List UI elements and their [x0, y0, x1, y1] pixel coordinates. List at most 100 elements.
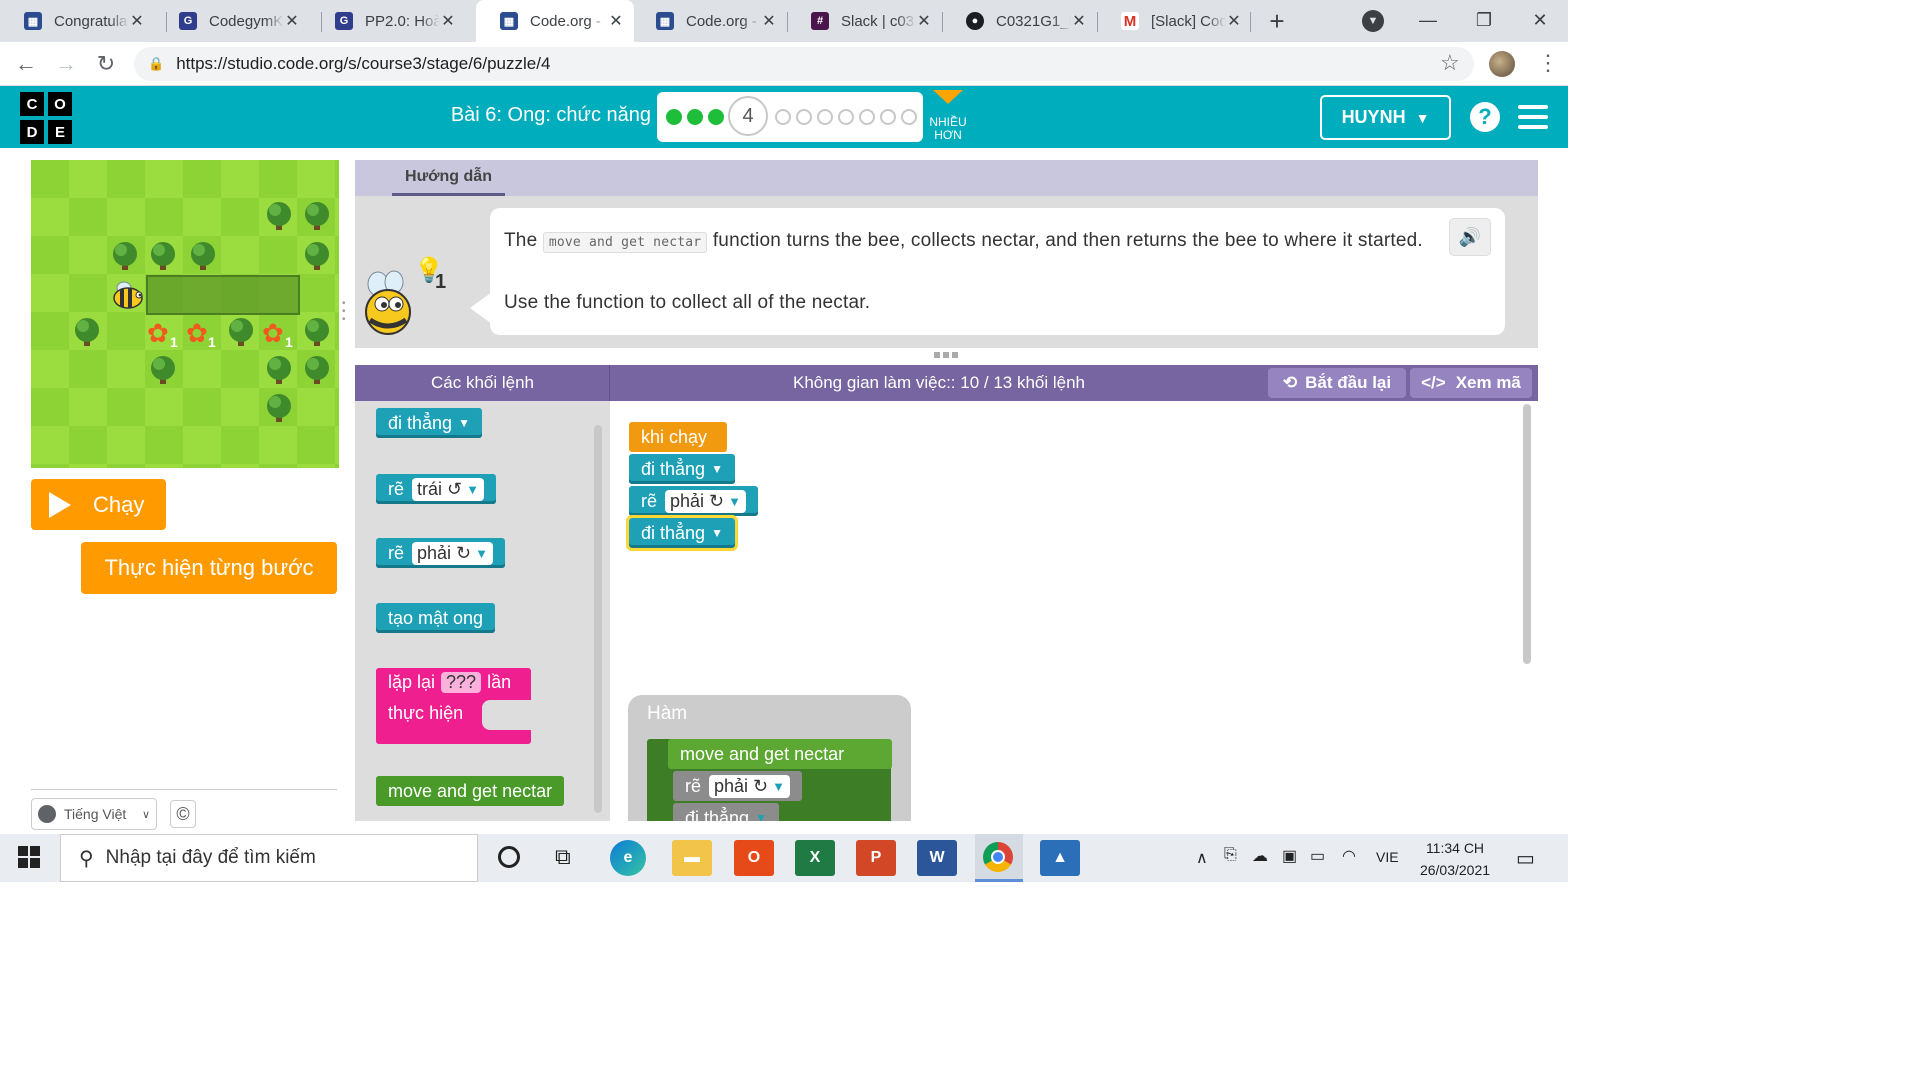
browser-tab-active[interactable]: ▦ Code.org - ✕ — [476, 0, 634, 42]
function-definition-panel[interactable]: Hàm move and get nectar rẽ phải ↻ ▼ đi th… — [628, 695, 911, 821]
turn-direction-dropdown[interactable]: phải ↻ ▼ — [412, 541, 494, 565]
close-icon[interactable]: ✕ — [129, 11, 145, 31]
close-icon[interactable]: ✕ — [608, 11, 624, 31]
new-tab-button[interactable]: + — [1262, 6, 1292, 36]
toolbox-block-make-honey[interactable]: tạo mật ong — [376, 603, 496, 633]
reset-button[interactable]: ⟲ Bắt đầu lại — [1268, 368, 1406, 398]
office-icon[interactable]: O — [734, 840, 774, 876]
toolbox-block-function-call[interactable]: move and get nectar — [376, 776, 565, 806]
tab-instructions[interactable]: Hướng dẫn — [392, 160, 505, 196]
more-arrow-icon[interactable] — [933, 90, 963, 104]
step-button[interactable]: Thực hiện từng bước — [81, 542, 337, 594]
photos-icon[interactable]: ▲ — [1040, 840, 1080, 876]
battery-icon[interactable]: ▭ — [1310, 846, 1325, 866]
browser-menu-icon[interactable]: ⋮ — [1537, 50, 1559, 76]
program-block-turn-right[interactable]: rẽ phải ↻ ▼ — [629, 486, 759, 516]
edge-icon[interactable]: e — [610, 840, 646, 876]
tray-chevron-up-icon[interactable]: ∧ — [1196, 848, 1208, 868]
copyright-button[interactable]: © — [170, 800, 196, 828]
progress-dot-complete[interactable] — [666, 109, 682, 125]
current-puzzle-indicator[interactable]: 4 — [728, 96, 768, 136]
windows-start-icon[interactable] — [18, 846, 40, 868]
codeorg-logo[interactable]: C O D E — [20, 92, 72, 144]
powerpoint-icon[interactable]: P — [856, 840, 896, 876]
browser-tab[interactable]: ● C0321G1_H ✕ — [942, 0, 1097, 42]
codeorg-favicon-icon: ▦ — [656, 12, 674, 30]
progress-dot-todo[interactable] — [817, 109, 833, 125]
resize-handle-icon[interactable] — [934, 352, 958, 358]
function-block-forward[interactable]: đi thẳng ▼ — [673, 803, 779, 821]
turn-direction-dropdown[interactable]: phải ↻ ▼ — [709, 774, 791, 798]
lesson-title[interactable]: Bài 6: Ong: chức năng — [400, 104, 651, 127]
workspace-scrollbar[interactable] — [1523, 404, 1531, 664]
restore-icon[interactable]: ❐ — [1456, 0, 1512, 40]
close-icon[interactable]: ✕ — [1071, 11, 1087, 31]
word-icon[interactable]: W — [917, 840, 957, 876]
tray-meet-icon[interactable]: ⎘ — [1224, 846, 1237, 864]
progress-dot-complete[interactable] — [708, 109, 724, 125]
clock[interactable]: 11:34 CH 26/03/2021 — [1410, 837, 1500, 881]
browser-tab[interactable]: # Slack | c032 ✕ — [787, 0, 942, 42]
toolbox-block-turn-right[interactable]: rẽ phải ↻ ▼ — [376, 538, 506, 568]
close-icon[interactable]: ✕ — [440, 11, 456, 31]
progress-dot-todo[interactable] — [880, 109, 896, 125]
close-icon[interactable]: ✕ — [284, 11, 300, 31]
turn-direction-dropdown[interactable]: trái ↺ ▼ — [412, 477, 484, 501]
progress-dot-todo[interactable] — [838, 109, 854, 125]
browser-tab[interactable]: G CodegymKe ✕ — [155, 0, 310, 42]
profile-avatar[interactable] — [1489, 51, 1515, 77]
program-block-forward[interactable]: đi thẳng ▼ — [629, 454, 735, 484]
function-block-turn-right[interactable]: rẽ phải ↻ ▼ — [673, 771, 803, 801]
close-icon[interactable]: ✕ — [1226, 11, 1242, 31]
browser-tab[interactable]: ▦ Code.org - ✕ — [632, 0, 787, 42]
forward-icon[interactable]: → — [52, 50, 80, 78]
hamburger-menu-icon[interactable] — [1518, 105, 1548, 129]
toolbox-scrollbar[interactable] — [594, 425, 602, 813]
flower-icon: ✿ — [186, 318, 208, 348]
reload-icon[interactable]: ↻ — [92, 50, 120, 78]
cortana-icon[interactable] — [498, 846, 520, 868]
browser-tab[interactable]: G PP2.0: Hoàn ✕ — [311, 0, 466, 42]
task-view-icon[interactable]: ⧉ — [555, 844, 571, 870]
minimize-icon[interactable]: — — [1400, 0, 1456, 40]
tab-search-icon[interactable]: ▼ — [1362, 10, 1384, 32]
progress-dot-todo[interactable] — [775, 109, 791, 125]
function-header-block[interactable]: move and get nectar — [668, 739, 892, 769]
show-code-button[interactable]: </> Xem mã — [1410, 368, 1532, 398]
toolbox-block-forward[interactable]: đi thẳng ▼ — [376, 408, 482, 438]
file-explorer-icon[interactable]: ▬ — [672, 840, 712, 876]
progress-dot-complete[interactable] — [687, 109, 703, 125]
resize-grip-icon[interactable]: • • • — [342, 299, 350, 326]
bookmark-star-icon[interactable]: ☆ — [1440, 50, 1460, 76]
back-icon[interactable]: ← — [12, 50, 40, 78]
notifications-icon[interactable]: ▭ — [1516, 846, 1535, 871]
program-block-forward-selected[interactable]: đi thẳng ▼ — [626, 515, 738, 551]
excel-icon[interactable]: X — [795, 840, 835, 876]
chrome-icon[interactable] — [983, 842, 1013, 872]
wifi-icon[interactable]: ◠ — [1342, 846, 1356, 866]
close-icon[interactable]: ✕ — [761, 11, 777, 31]
browser-tab[interactable]: ▦ Congratulat ✕ — [0, 0, 155, 42]
progress-dot-todo[interactable] — [859, 109, 875, 125]
address-bar[interactable]: 🔒 https://studio.code.org/s/course3/stag… — [134, 47, 1474, 81]
help-icon[interactable]: ? — [1470, 102, 1500, 132]
browser-tab[interactable]: M [Slack] Cod ✕ — [1097, 0, 1252, 42]
user-menu-button[interactable]: HUYNH ▼ — [1320, 95, 1451, 140]
repeat-count-input[interactable]: ??? — [441, 672, 482, 693]
input-language[interactable]: VIE — [1376, 849, 1399, 865]
tray-display-icon[interactable]: ▣ — [1282, 846, 1297, 866]
close-icon[interactable]: ✕ — [916, 11, 932, 31]
window-close-icon[interactable]: ✕ — [1512, 0, 1568, 40]
progress-dot-todo[interactable] — [796, 109, 812, 125]
language-select[interactable]: Tiếng Việt ∨ — [31, 798, 157, 830]
when-run-block[interactable]: khi chạy — [629, 422, 727, 452]
turn-direction-dropdown[interactable]: phải ↻ ▼ — [665, 489, 747, 513]
toolbox-block-repeat[interactable]: lặp lại ??? lần thực hiện — [376, 668, 531, 744]
onedrive-icon[interactable]: ☁ — [1252, 846, 1268, 866]
toolbox-block-turn-left[interactable]: rẽ trái ↺ ▼ — [376, 474, 496, 504]
more-lessons-link[interactable]: NHIỀU HƠN — [926, 116, 970, 142]
text-to-speech-icon[interactable]: 🔊 — [1449, 218, 1491, 256]
taskbar-search[interactable]: ⚲ Nhập tại đây để tìm kiếm — [60, 834, 478, 882]
progress-dot-todo[interactable] — [901, 109, 917, 125]
run-button[interactable]: Chạy — [31, 479, 166, 530]
